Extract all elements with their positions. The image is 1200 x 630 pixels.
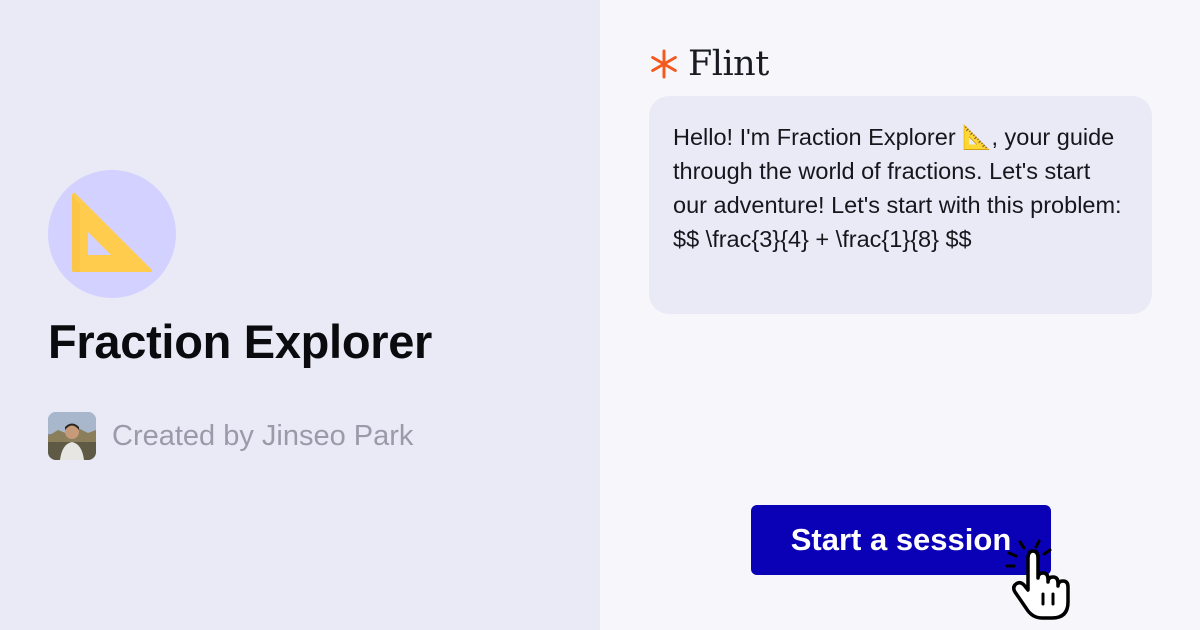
bot-title: Fraction Explorer (48, 315, 433, 368)
chat-message-text: Hello! I'm Fraction Explorer 📐, your gui… (673, 124, 1122, 252)
creator-avatar (48, 412, 96, 460)
bot-avatar (48, 170, 176, 298)
creator-row: Created by Jinseo Park (48, 412, 413, 460)
creator-label: Created by Jinseo Park (112, 419, 414, 452)
brand-logo: Flint (648, 44, 769, 84)
pointer-hand-cursor-icon (1005, 539, 1070, 620)
bot-info-panel: Fraction Explorer Created by Jinseo Park (0, 0, 600, 630)
asterisk-icon (651, 49, 677, 79)
chat-message-bubble: Hello! I'm Fraction Explorer 📐, your gui… (649, 96, 1152, 314)
creator-photo (48, 412, 96, 460)
triangular-ruler-icon (72, 192, 152, 272)
brand-name: Flint (688, 44, 769, 84)
